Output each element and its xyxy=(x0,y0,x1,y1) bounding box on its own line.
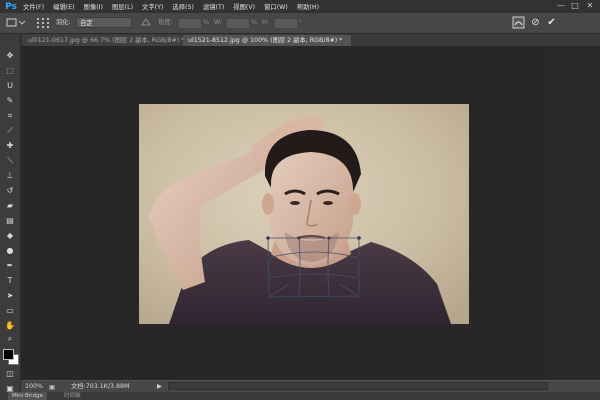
clone-stamp-tool-icon[interactable]: ⊥ xyxy=(3,170,17,181)
menu-window[interactable]: 窗口(W) xyxy=(264,2,288,11)
canvas-area[interactable] xyxy=(21,47,600,380)
blur-tool-icon[interactable]: ◆ xyxy=(3,230,17,241)
type-tool-icon[interactable]: T xyxy=(3,275,17,286)
bend-label: 角度: xyxy=(158,19,173,26)
move-tool-icon[interactable]: ✥ xyxy=(3,50,17,61)
canvas-right-margin xyxy=(549,47,600,380)
feather-label: 羽化: xyxy=(56,19,71,26)
menu-layer[interactable]: 图层(L) xyxy=(112,2,133,11)
bend-field[interactable] xyxy=(178,18,202,29)
tab-document-1[interactable]: ul0121-0617.jpg @ 66.7% (图层 2 副本, RGB/8#… xyxy=(23,35,184,46)
bend-unit: % xyxy=(203,19,209,26)
photoshop-logo[interactable]: Ps xyxy=(3,1,19,12)
tools-panel: ✥ ⬚ ᑌ ✎ ⌗ ⟋ ✚ ⟍ ⊥ ↺ ▰ ▤ ◆ ● ✒ T ➤ ▭ ✋ ⌕ … xyxy=(0,34,21,400)
warp-style-select[interactable]: 自定 xyxy=(76,17,132,28)
close-icon[interactable]: ✕ xyxy=(584,1,596,11)
tab-timeline[interactable]: 时间轴 xyxy=(64,392,81,400)
path-selection-tool-icon[interactable]: ➤ xyxy=(3,290,17,301)
quick-mask-icon[interactable]: ◫ xyxy=(3,368,17,379)
hand-tool-icon[interactable]: ✋ xyxy=(3,320,17,331)
horizontal-scrollbar[interactable] xyxy=(168,382,548,390)
photo-illustration xyxy=(139,104,469,324)
eyedropper-tool-icon[interactable]: ⟋ xyxy=(3,125,17,136)
document-photo[interactable] xyxy=(139,104,469,324)
cancel-transform-icon[interactable]: ⊘ xyxy=(529,16,542,29)
quick-select-tool-icon[interactable]: ✎ xyxy=(3,95,17,106)
dodge-tool-icon[interactable]: ● xyxy=(3,245,17,256)
lasso-tool-icon[interactable]: ᑌ xyxy=(3,80,17,91)
marquee-tool-icon[interactable]: ⬚ xyxy=(3,65,17,76)
status-arrow-icon[interactable]: ▶ xyxy=(157,381,162,392)
history-brush-tool-icon[interactable]: ↺ xyxy=(3,185,17,196)
document-tab-bar: ul0121-0617.jpg @ 66.7% (图层 2 副本, RGB/8#… xyxy=(21,34,600,47)
document-size: 文档:703.1K/3.88M xyxy=(71,383,130,390)
brush-tool-icon[interactable]: ⟍ xyxy=(3,155,17,166)
tool-preset-icon[interactable] xyxy=(6,17,26,28)
gradient-tool-icon[interactable]: ▤ xyxy=(3,215,17,226)
h-distortion-label: W: xyxy=(214,19,222,26)
v-distortion-unit: ° xyxy=(299,19,303,26)
menu-view[interactable]: 视图(V) xyxy=(233,2,255,11)
menu-help[interactable]: 帮助(H) xyxy=(297,2,319,11)
reference-point-icon[interactable] xyxy=(36,17,50,28)
options-bar: 羽化: 自定 角度: % W: % H: ° ⊘ ✔ xyxy=(0,13,600,34)
warp-mode-icon[interactable] xyxy=(512,16,525,29)
minimize-icon[interactable]: — xyxy=(555,1,567,11)
h-distortion-unit: % xyxy=(251,19,257,26)
menu-file[interactable]: 文件(F) xyxy=(23,2,44,11)
menu-filter[interactable]: 滤镜(T) xyxy=(203,2,224,11)
healing-brush-tool-icon[interactable]: ✚ xyxy=(3,140,17,151)
bottom-panel-tabs: Mini Bridge 时间轴 xyxy=(0,392,600,400)
eraser-tool-icon[interactable]: ▰ xyxy=(3,200,17,211)
zoom-tool-icon[interactable]: ⌕ xyxy=(3,333,17,344)
h-distortion-field[interactable] xyxy=(226,18,250,29)
v-distortion-field[interactable] xyxy=(274,18,298,29)
menu-image[interactable]: 图像(I) xyxy=(84,2,103,11)
shape-tool-icon[interactable]: ▭ xyxy=(3,305,17,316)
tab-document-2[interactable]: ul1521-8512.jpg @ 100% (图层 2 副本, RGB/8#)… xyxy=(183,35,351,46)
menu-bar: Ps 文件(F) 编辑(E) 图像(I) 图层(L) 文字(Y) 选择(S) 滤… xyxy=(0,0,600,13)
zoom-level[interactable]: 100% xyxy=(25,381,43,392)
menu-type[interactable]: 文字(Y) xyxy=(142,2,163,11)
tab-mini-bridge[interactable]: Mini Bridge xyxy=(8,392,47,400)
restore-icon[interactable]: □ xyxy=(569,1,581,11)
commit-transform-icon[interactable]: ✔ xyxy=(545,16,558,29)
v-distortion-label: H: xyxy=(262,19,269,26)
pen-tool-icon[interactable]: ✒ xyxy=(3,260,17,271)
status-menu-icon[interactable]: ▣ xyxy=(49,382,58,391)
crop-tool-icon[interactable]: ⌗ xyxy=(3,110,17,121)
menu-edit[interactable]: 编辑(E) xyxy=(53,2,75,11)
foreground-color-swatch[interactable] xyxy=(3,349,14,360)
orientation-icon[interactable] xyxy=(140,17,152,28)
menu-select[interactable]: 选择(S) xyxy=(172,2,194,11)
